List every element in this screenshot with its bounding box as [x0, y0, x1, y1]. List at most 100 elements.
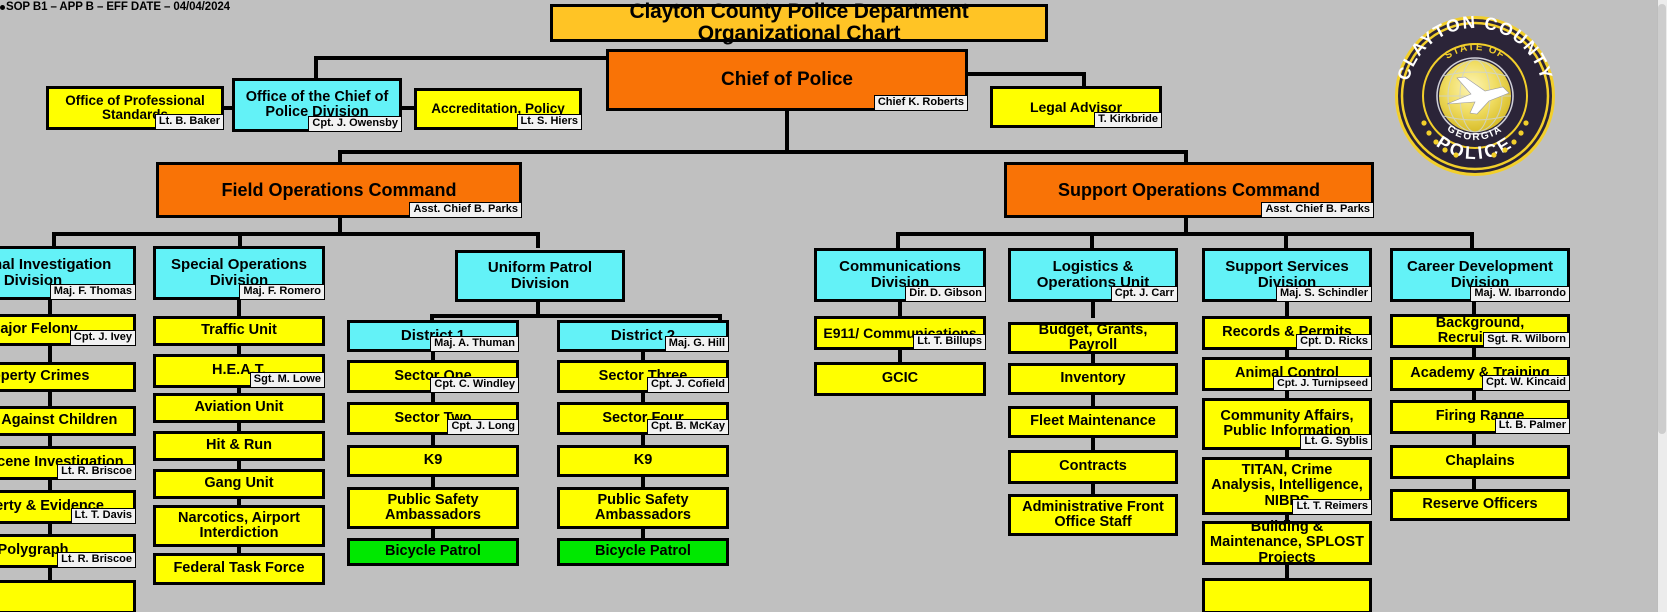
node-logistics-operations-unit[interactable]: Logistics & Operations Unit Cpt. J. Carr	[1008, 248, 1178, 302]
node-fleet-maintenance[interactable]: Fleet Maintenance	[1008, 406, 1178, 438]
connector	[338, 150, 1188, 154]
node-district-1-public-safety-ambassadors[interactable]: Public Safety Ambassadors	[347, 487, 519, 529]
connector	[1090, 232, 1094, 248]
name-tag-district-1: Maj. A. Thuman	[430, 336, 519, 352]
name-tag-support-ops: Asst. Chief B. Parks	[1261, 202, 1374, 218]
node-support-services-division[interactable]: Support Services Division Maj. S. Schind…	[1202, 248, 1372, 302]
node-field-operations-command[interactable]: Field Operations Command Asst. Chief B. …	[156, 162, 522, 218]
node-heat-unit[interactable]: H.E.A.T. Sgt. M. Lowe	[153, 354, 325, 388]
node-crimes-against-children[interactable]: Crimes Against Children	[0, 406, 136, 436]
node-background-recruitment[interactable]: Background, Recruitment Sgt. R. Wilborn	[1390, 314, 1570, 348]
connector	[896, 232, 1474, 236]
name-tag-logistics: Cpt. J. Carr	[1110, 286, 1178, 302]
connector	[896, 232, 900, 248]
connector	[536, 232, 540, 248]
node-gcic[interactable]: GCIC	[814, 362, 986, 396]
name-tag-e911: Lt. T. Billups	[913, 334, 986, 350]
name-tag-chief: Chief K. Roberts	[873, 95, 968, 111]
node-communications-division[interactable]: Communications Division Dir. D. Gibson	[814, 248, 986, 302]
node-criminal-investigation-division[interactable]: Criminal Investigation Division Maj. F. …	[0, 246, 136, 300]
node-district-2-bicycle-patrol[interactable]: Bicycle Patrol	[557, 538, 729, 566]
node-polygraph[interactable]: Polygraph Lt. R. Briscoe	[0, 534, 136, 568]
node-district-1[interactable]: District 1 Maj. A. Thuman	[347, 320, 519, 352]
node-district-2-k9[interactable]: K9	[557, 445, 729, 477]
connector	[1091, 393, 1095, 407]
node-property-evidence[interactable]: Property & Evidence Lt. T. Davis	[0, 490, 136, 524]
node-sector-three[interactable]: Sector Three Cpt. J. Cofield	[557, 360, 729, 393]
node-district-2[interactable]: District 2 Maj. G. Hill	[557, 320, 729, 352]
connector	[1091, 300, 1095, 318]
name-tag-chief-office: Cpt. J. Owensby	[308, 116, 402, 132]
name-tag-support-services: Maj. S. Schindler	[1275, 286, 1372, 302]
sop-bullet-icon	[0, 5, 5, 10]
node-district-1-bicycle-patrol[interactable]: Bicycle Patrol	[347, 538, 519, 566]
name-tag-heat: Sgt. M. Lowe	[249, 372, 325, 388]
node-sector-four[interactable]: Sector Four Cpt. B. McKay	[557, 402, 729, 435]
connector	[1472, 300, 1476, 314]
node-crime-scene-investigation[interactable]: Crime Scene Investigation Lt. R. Briscoe	[0, 446, 136, 480]
connector	[1472, 432, 1476, 446]
node-special-operations-division[interactable]: Special Operations Division Maj. F. Rome…	[153, 246, 325, 300]
node-academy-training[interactable]: Academy & Training Cpt. W. Kincaid	[1390, 357, 1570, 391]
node-budget-grants-payroll[interactable]: Budget, Grants, Payroll	[1008, 322, 1178, 354]
node-district-2-public-safety-ambassadors[interactable]: Public Safety Ambassadors	[557, 487, 729, 529]
node-building-maintenance-splost[interactable]: Building & Maintenance, SPLOST Projects	[1202, 520, 1372, 565]
node-office-of-professional-standards[interactable]: Office of Professional Standards Lt. B. …	[46, 86, 224, 130]
node-support-services-overflow[interactable]	[1202, 578, 1372, 612]
name-tag-animal-control: Cpt. J. Turnipseed	[1273, 375, 1372, 391]
node-narcotics-airport-interdiction[interactable]: Narcotics, Airport Interdiction	[153, 505, 325, 547]
node-hit-and-run[interactable]: Hit & Run	[153, 431, 325, 461]
connector	[314, 56, 610, 60]
node-cid-overflow[interactable]	[0, 580, 136, 612]
node-administrative-front-office-staff[interactable]: Administrative Front Office Staff	[1008, 494, 1178, 536]
name-tag-communications: Dir. D. Gibson	[905, 286, 986, 302]
name-tag-accreditation: Lt. S. Hiers	[516, 114, 582, 130]
connector	[785, 110, 789, 152]
node-property-crimes[interactable]: Property Crimes	[0, 362, 136, 392]
name-tag-field-ops: Asst. Chief B. Parks	[409, 202, 522, 218]
name-tag-sector-two: Cpt. J. Long	[447, 419, 519, 435]
node-titan-crime-analysis[interactable]: TITAN, Crime Analysis, Intelligence, NIB…	[1202, 457, 1372, 515]
name-tag-background: Sgt. R. Wilborn	[1483, 332, 1570, 348]
name-tag-professional-standards: Lt. B. Baker	[154, 114, 224, 130]
node-gang-unit[interactable]: Gang Unit	[153, 469, 325, 499]
clayton-county-police-seal-icon: CLAYTON COUNTY POLICE STATE OF GEORGIA	[1393, 12, 1555, 176]
node-aviation-unit[interactable]: Aviation Unit	[153, 393, 325, 423]
node-reserve-officers[interactable]: Reserve Officers	[1390, 489, 1570, 521]
connector	[430, 314, 722, 318]
node-records-permits[interactable]: Records & Permits Cpt. D. Ricks	[1202, 316, 1372, 350]
node-contracts[interactable]: Contracts	[1008, 450, 1178, 484]
name-tag-major-felony: Cpt. J. Ivey	[69, 330, 136, 346]
node-inventory[interactable]: Inventory	[1008, 363, 1178, 395]
node-legal-advisor[interactable]: Legal Advisor T. Kirkbride	[990, 86, 1162, 128]
node-chaplains[interactable]: Chaplains	[1390, 445, 1570, 479]
org-chart-canvas: SOP B1 – APP B – EFF DATE – 04/04/2024 C…	[0, 0, 1667, 612]
connector	[1091, 436, 1095, 450]
node-chief-of-police[interactable]: Chief of Police Chief K. Roberts	[606, 49, 968, 111]
name-tag-sod: Maj. F. Romero	[239, 284, 325, 300]
name-tag-polygraph: Lt. R. Briscoe	[57, 552, 136, 568]
node-district-1-k9[interactable]: K9	[347, 445, 519, 477]
node-office-of-the-chief-of-police-division[interactable]: Office of the Chief of Police Division C…	[232, 78, 402, 132]
name-tag-sector-four: Cpt. B. McKay	[647, 419, 729, 435]
connector	[48, 344, 52, 364]
name-tag-titan: Lt. T. Reimers	[1292, 499, 1372, 515]
node-e911-communications[interactable]: E911/ Communications Lt. T. Billups	[814, 316, 986, 350]
vertical-scrollbar-thumb[interactable]	[1658, 4, 1666, 434]
node-major-felony[interactable]: Major Felony Cpt. J. Ivey	[0, 314, 136, 346]
name-tag-cid: Maj. F. Thomas	[49, 284, 136, 300]
name-tag-career-development: Maj. W. Ibarrondo	[1470, 286, 1570, 302]
node-sector-two[interactable]: Sector Two Cpt. J. Long	[347, 402, 519, 435]
node-sector-one[interactable]: Sector One Cpt. C. Windley	[347, 360, 519, 393]
node-traffic-unit[interactable]: Traffic Unit	[153, 316, 325, 346]
node-accreditation-policy[interactable]: Accreditation, Policy Lt. S. Hiers	[414, 88, 582, 130]
node-support-operations-command[interactable]: Support Operations Command Asst. Chief B…	[1004, 162, 1374, 218]
node-firing-range[interactable]: Firing Range Lt. B. Palmer	[1390, 400, 1570, 434]
name-tag-records: Cpt. D. Ricks	[1296, 334, 1372, 350]
node-career-development-division[interactable]: Career Development Division Maj. W. Ibar…	[1390, 248, 1570, 302]
name-tag-csi: Lt. R. Briscoe	[57, 464, 136, 480]
node-animal-control[interactable]: Animal Control Cpt. J. Turnipseed	[1202, 357, 1372, 391]
node-community-affairs-public-information[interactable]: Community Affairs, Public Information Lt…	[1202, 398, 1372, 450]
node-uniform-patrol-division[interactable]: Uniform Patrol Division	[455, 250, 625, 302]
node-federal-task-force[interactable]: Federal Task Force	[153, 553, 325, 585]
